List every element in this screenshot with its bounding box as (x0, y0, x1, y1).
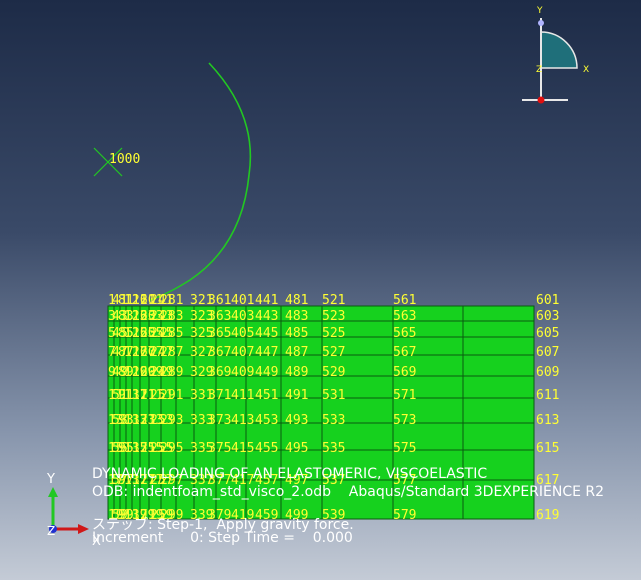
node-label: 401 (231, 293, 254, 308)
node-label: 615 (536, 441, 559, 456)
reference-point-label: 1000 (109, 152, 140, 167)
node-label: 611 (536, 388, 559, 403)
node-label: 603 (536, 309, 559, 324)
node-label: 491 (285, 388, 308, 403)
node-label: 363 (208, 309, 231, 324)
node-label: 411 (231, 388, 254, 403)
indenter-arc (149, 62, 252, 301)
view-triad (522, 18, 578, 104)
view-triad-origin (537, 96, 545, 104)
node-label: 369 (208, 365, 231, 380)
node-label: 451 (255, 388, 278, 403)
node-label: 613 (536, 413, 559, 428)
node-label: 607 (536, 345, 559, 360)
node-label: 609 (536, 365, 559, 380)
node-label: 361 (208, 293, 231, 308)
node-label: 409 (231, 365, 254, 380)
node-label: 619 (536, 508, 559, 523)
node-label: 415 (231, 441, 254, 456)
node-label: 293 (160, 413, 183, 428)
triad-y-label: Y (46, 472, 55, 487)
node-label: 373 (208, 413, 231, 428)
node-label: 371 (208, 388, 231, 403)
view-triad-quadrant (540, 31, 578, 69)
node-label: 455 (255, 441, 278, 456)
node-label: 567 (393, 345, 416, 360)
triad-z-label: Z (47, 524, 55, 538)
node-label: 565 (393, 326, 416, 341)
node-label: 601 (536, 293, 559, 308)
node-label: 493 (285, 413, 308, 428)
node-label: 527 (322, 345, 345, 360)
view-triad-y-label: Y (536, 6, 543, 16)
node-label: 291 (160, 388, 183, 403)
odb-info-text: ODB: indentfoam_std_visco_2.odb Abaqus/S… (92, 484, 605, 500)
node-label: 605 (536, 326, 559, 341)
view-triad-z-label: Z (536, 65, 542, 75)
node-label: 283 (160, 309, 183, 324)
node-label: 443 (255, 309, 278, 324)
node-label: 575 (393, 441, 416, 456)
node-label: 295 (160, 441, 183, 456)
node-label: 561 (393, 293, 416, 308)
node-label: 529 (322, 365, 345, 380)
node-label: 573 (393, 413, 416, 428)
node-label: 407 (231, 345, 254, 360)
node-label: 405 (231, 326, 254, 341)
node-label: 579 (393, 508, 416, 523)
node-label: 447 (255, 345, 278, 360)
node-label: 367 (208, 345, 231, 360)
node-label: 495 (285, 441, 308, 456)
node-label: 525 (322, 326, 345, 341)
model-viewport[interactable]: 1000 1 41 81 121 161 201 241 281 321 361 401 441 481 5… (0, 0, 641, 580)
node-label: 569 (393, 365, 416, 380)
node-label: 523 (322, 309, 345, 324)
view-triad-x-label: X (583, 65, 589, 75)
node-label: 563 (393, 309, 416, 324)
node-label: 485 (285, 326, 308, 341)
node-label: 571 (393, 388, 416, 403)
node-label: 453 (255, 413, 278, 428)
node-label: 521 (322, 293, 345, 308)
node-label: 289 (160, 365, 183, 380)
increment-info-text: Increment 0: Step Time = 0.000 (92, 530, 353, 546)
node-label: 375 (208, 441, 231, 456)
node-label: 365 (208, 326, 231, 341)
node-label: 281 (160, 293, 183, 308)
node-label: 413 (231, 413, 254, 428)
node-label: 287 (160, 345, 183, 360)
node-label: 449 (255, 365, 278, 380)
node-label: 535 (322, 441, 345, 456)
node-label: 533 (322, 413, 345, 428)
node-label: 487 (285, 345, 308, 360)
node-label: 285 (160, 326, 183, 341)
view-triad-y-handle (538, 20, 544, 26)
node-label: 483 (285, 309, 308, 324)
node-label: 403 (231, 309, 254, 324)
node-label: 445 (255, 326, 278, 341)
node-label: 441 (255, 293, 278, 308)
triad-x-arrow (78, 524, 89, 534)
node-label: 531 (322, 388, 345, 403)
node-label: 481 (285, 293, 308, 308)
node-label: 489 (285, 365, 308, 380)
triad-y-arrow (48, 487, 58, 497)
job-title-text: DYNAMIC LOADING OF AN ELASTOMERIC, VISCO… (92, 466, 488, 482)
